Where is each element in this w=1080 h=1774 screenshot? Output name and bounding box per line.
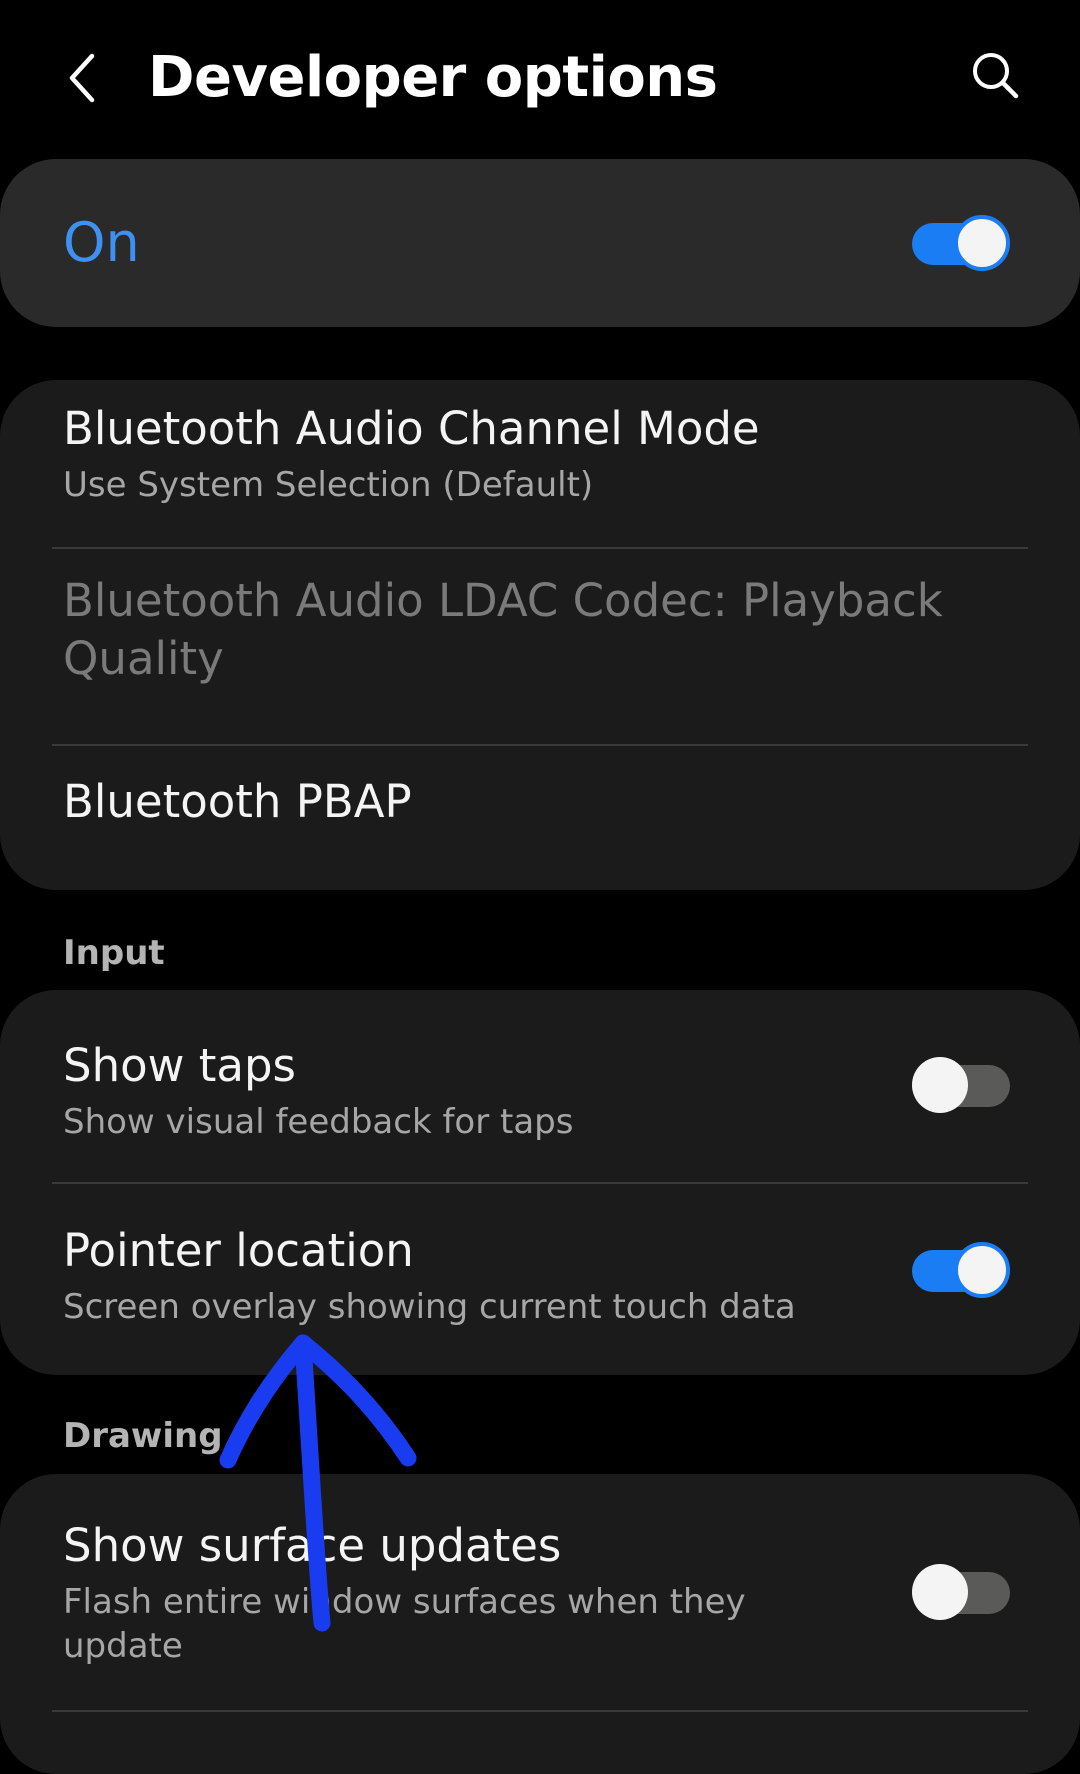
setting-row-show-taps[interactable]: Show taps Show visual feedback for taps bbox=[0, 990, 1080, 1182]
show-surface-updates-toggle[interactable] bbox=[912, 1564, 1010, 1620]
setting-title: Bluetooth Audio Channel Mode bbox=[63, 402, 760, 455]
setting-row-show-surface-updates[interactable]: Show surface updates Flash entire window… bbox=[0, 1474, 1080, 1712]
chevron-left-icon bbox=[69, 53, 95, 103]
page-title: Developer options bbox=[148, 45, 718, 110]
setting-title: Pointer location bbox=[63, 1224, 414, 1277]
pointer-location-toggle[interactable] bbox=[912, 1242, 1010, 1298]
app-bar: Developer options bbox=[0, 0, 1080, 150]
setting-title: Show taps bbox=[63, 1039, 296, 1092]
setting-row-bluetooth-ldac-codec: Bluetooth Audio LDAC Codec: Playback Qua… bbox=[0, 549, 1080, 745]
setting-row-pointer-location[interactable]: Pointer location Screen overlay showing … bbox=[0, 1184, 1080, 1375]
setting-row-bluetooth-pbap[interactable]: Bluetooth PBAP bbox=[0, 746, 1080, 890]
show-taps-toggle[interactable] bbox=[912, 1057, 1010, 1113]
master-switch-label: On bbox=[63, 211, 140, 274]
toggle-knob bbox=[912, 1564, 968, 1620]
back-button[interactable] bbox=[52, 38, 112, 118]
toggle-knob bbox=[954, 1242, 1010, 1298]
drawing-settings-card: Show surface updates Flash entire window… bbox=[0, 1474, 1080, 1774]
setting-row-bluetooth-audio-channel-mode[interactable]: Bluetooth Audio Channel Mode Use System … bbox=[0, 380, 1080, 548]
search-button[interactable] bbox=[960, 40, 1030, 110]
setting-subtitle: Show visual feedback for taps bbox=[63, 1102, 574, 1142]
search-icon bbox=[973, 53, 1019, 99]
divider bbox=[52, 1710, 1028, 1712]
setting-title: Bluetooth PBAP bbox=[63, 775, 412, 828]
toggle-knob bbox=[912, 1057, 968, 1113]
section-header-input: Input bbox=[63, 933, 165, 973]
section-header-drawing: Drawing bbox=[63, 1416, 223, 1456]
setting-title: Show surface updates bbox=[63, 1519, 562, 1572]
master-switch-row[interactable]: On bbox=[0, 159, 1080, 327]
setting-subtitle: Flash entire window surfaces when they u… bbox=[63, 1582, 746, 1666]
toggle-knob bbox=[954, 215, 1010, 271]
setting-subtitle: Use System Selection (Default) bbox=[63, 465, 594, 505]
master-toggle[interactable] bbox=[912, 215, 1010, 271]
setting-subtitle: Screen overlay showing current touch dat… bbox=[63, 1287, 796, 1327]
input-settings-card: Show taps Show visual feedback for taps … bbox=[0, 990, 1080, 1375]
bluetooth-settings-card: Bluetooth Audio Channel Mode Use System … bbox=[0, 380, 1080, 890]
setting-title-disabled: Bluetooth Audio LDAC Codec: Playback Qua… bbox=[63, 574, 943, 685]
